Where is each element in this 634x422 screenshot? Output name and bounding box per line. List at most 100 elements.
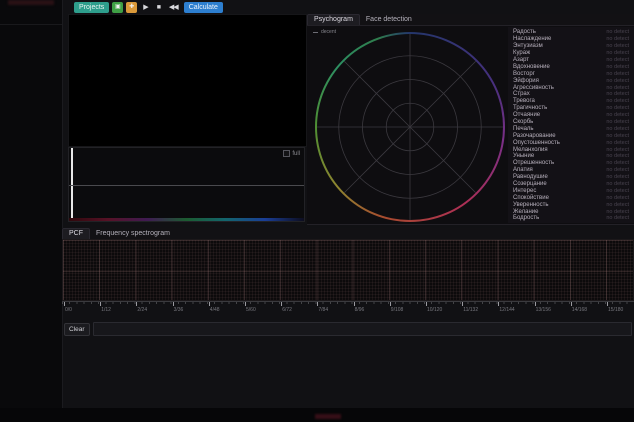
emotion-row: Наслаждение no detect [508, 36, 634, 43]
emotion-row: Меланхолияno detect [508, 146, 634, 153]
emotion-value: no detect [606, 167, 629, 173]
image-icon: ▣ [115, 2, 121, 13]
clear-button[interactable]: Clear [64, 323, 90, 336]
emotion-name: Тревога [513, 98, 535, 104]
plus-icon: ✚ [129, 2, 134, 13]
emotion-value: no detect [606, 36, 629, 42]
axis-tick [607, 302, 608, 306]
full-label: full [292, 151, 300, 157]
axis-tick-label: 7/84 [318, 307, 328, 313]
emotion-row: Уныние no detect [508, 153, 634, 160]
axis-tick-label: 10/120 [427, 307, 442, 313]
emotion-row: Созерцание no detect [508, 181, 634, 188]
axis-tick-label: 12/144 [499, 307, 514, 313]
axis-tick-label: 13/156 [536, 307, 551, 313]
emotion-name: Разочарование [513, 133, 556, 139]
emotion-row: Апатияno detect [508, 167, 634, 174]
tab-pcf[interactable]: PCF [62, 228, 90, 239]
emotion-value: no detect [606, 174, 629, 180]
emotion-row: Опустошенностьno detect [508, 139, 634, 146]
emotion-value: no detect [606, 57, 629, 63]
emotion-row: Тревога no detect [508, 98, 634, 105]
emotion-value: no detect [606, 181, 629, 187]
emotion-row: Радостьno detect [508, 29, 634, 36]
emotion-name: Бодрость [513, 215, 539, 221]
emotion-value: no detect [606, 133, 629, 139]
emotion-name: Трагичность [513, 105, 547, 111]
axis-tick-label: 1/12 [101, 307, 111, 313]
emotion-row: Спокойствиеno detect [508, 194, 634, 201]
emotion-name: Агрессивность [513, 85, 554, 91]
emotion-name: Равнодушие [513, 174, 548, 180]
emotion-name: Вдохновение [513, 64, 550, 70]
emotion-value: no detect [606, 50, 629, 56]
waveform-panel[interactable]: full [68, 147, 305, 222]
checkbox-icon[interactable] [283, 150, 290, 157]
emotion-row: Восторгno detect [508, 70, 634, 77]
axis-tick-label: 4/48 [210, 307, 220, 313]
snapshot-button[interactable]: ▣ [112, 2, 123, 13]
emotion-name: Спокойствие [513, 195, 549, 201]
emotion-row: Уверенностьno detect [508, 201, 634, 208]
emotion-value: no detect [606, 78, 629, 84]
bottom-strip-smudge [315, 414, 341, 419]
emotion-name: Созерцание [513, 181, 547, 187]
emotion-row: Агрессивность no detect [508, 84, 634, 91]
axis-tick [317, 302, 318, 306]
toolbar: Projects ▣ ✚ ▶ ■ ◀◀ Calculate [74, 1, 223, 13]
emotion-name: Энтузиазм [513, 43, 543, 49]
axis-tick [281, 302, 282, 306]
axis-tick-label: 8/96 [355, 307, 365, 313]
emotion-name: Отчаяние [513, 112, 540, 118]
axis-tick-label: 2/24 [137, 307, 147, 313]
emotion-value: no detect [606, 153, 629, 159]
axis-tick [462, 302, 463, 306]
waveform-colorbar [69, 218, 304, 221]
spectrogram-panel: PCFFrequency spectrogram 0/01/122/243/36… [62, 228, 634, 358]
tab-frequency-spectrogram[interactable]: Frequency spectrogram [90, 229, 176, 239]
emotion-row: Энтузиазм no detect [508, 43, 634, 50]
bottom-strip [0, 408, 634, 422]
emotion-name: Кураж [513, 50, 530, 56]
emotion-name: Азарт [513, 57, 529, 63]
axis-tick [498, 302, 499, 306]
clear-row: Clear [64, 322, 632, 336]
log-field[interactable] [93, 322, 632, 336]
axis-tick [209, 302, 210, 306]
stop-button[interactable]: ■ [154, 2, 163, 13]
axis-tick [173, 302, 174, 306]
axis-tick [136, 302, 137, 306]
emotion-row: Кураж no detect [508, 50, 634, 57]
emotion-row: Желаниеno detect [508, 208, 634, 215]
rewind-button[interactable]: ◀◀ [166, 2, 181, 13]
add-source-button[interactable]: ✚ [126, 2, 137, 13]
emotion-row: Страхno detect [508, 91, 634, 98]
spectrogram-grid[interactable] [62, 239, 634, 301]
emotion-value: no detect [606, 147, 629, 153]
emotion-value: no detect [606, 43, 629, 49]
axis-tick-label: 6/72 [282, 307, 292, 313]
emotion-value: no detect [606, 85, 629, 91]
waveform-midline [69, 185, 304, 186]
emotion-value: no detect [606, 140, 629, 146]
calculate-button[interactable]: Calculate [184, 2, 223, 13]
play-button[interactable]: ▶ [140, 2, 150, 13]
emotion-value: no detect [606, 98, 629, 104]
sidebar-title-smudge [8, 0, 54, 5]
emotion-name: Печаль [513, 126, 534, 132]
axis-tick [64, 302, 65, 306]
emotion-name: Интерес [513, 188, 536, 194]
axis-tick [390, 302, 391, 306]
emotion-row: Вдохновениеno detect [508, 63, 634, 70]
emotion-name: Наслаждение [513, 36, 551, 42]
left-sidebar [0, 0, 63, 422]
emotion-name: Уныние [513, 153, 534, 159]
rewind-icon: ◀◀ [169, 4, 178, 11]
emotion-row: Отчаяниеno detect [508, 112, 634, 119]
sidebar-divider [0, 24, 62, 25]
axis-tick-label: 0/0 [65, 307, 72, 313]
emotion-value: no detect [606, 202, 629, 208]
axis-tick [535, 302, 536, 306]
projects-button[interactable]: Projects [74, 2, 109, 13]
full-checkbox[interactable]: full [283, 150, 300, 157]
